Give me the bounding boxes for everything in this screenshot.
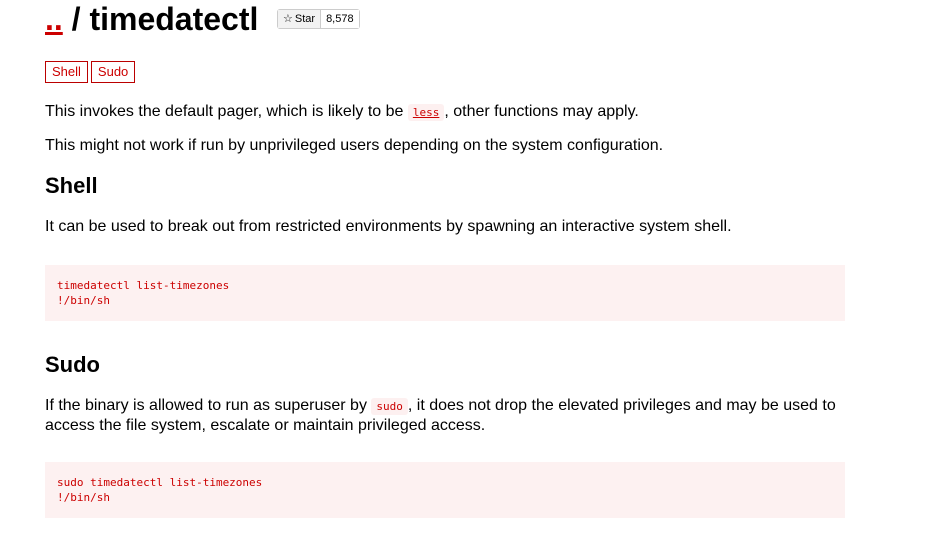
tag-shell[interactable]: Shell (45, 61, 88, 83)
star-icon: ☆ (283, 13, 293, 25)
title-text: timedatectl (89, 1, 259, 37)
less-link[interactable]: less (407, 104, 445, 121)
tag-sudo[interactable]: Sudo (90, 61, 136, 83)
function-tags: Shell Sudo (45, 61, 136, 83)
star-count[interactable]: 8,578 (321, 10, 359, 28)
text: If the binary is allowed to run as super… (45, 397, 372, 414)
sudo-description: If the binary is allowed to run as super… (45, 396, 850, 435)
sudo-code-block: sudo timedatectl list-timezones !/bin/sh (45, 462, 845, 518)
text: , other functions may apply. (444, 103, 639, 120)
separator: / (71, 1, 81, 37)
sudo-code: sudo (371, 398, 408, 415)
star-button[interactable]: ☆ Star (278, 10, 322, 28)
parent-link[interactable]: .. (45, 1, 63, 37)
github-star-widget[interactable]: ☆ Star 8,578 (277, 9, 360, 29)
text: This invokes the default pager, which is… (45, 103, 408, 120)
shell-heading: Shell (45, 173, 98, 198)
shell-description: It can be used to break out from restric… (45, 218, 732, 235)
shell-code-block: timedatectl list-timezones !/bin/sh (45, 265, 845, 321)
intro-pager: This invokes the default pager, which is… (45, 102, 850, 122)
intro-privileges: This might not work if run by unprivileg… (45, 137, 664, 154)
sudo-heading: Sudo (45, 352, 100, 377)
star-label: Star (294, 13, 316, 25)
page-title: .. / timedatectl (45, 0, 258, 38)
